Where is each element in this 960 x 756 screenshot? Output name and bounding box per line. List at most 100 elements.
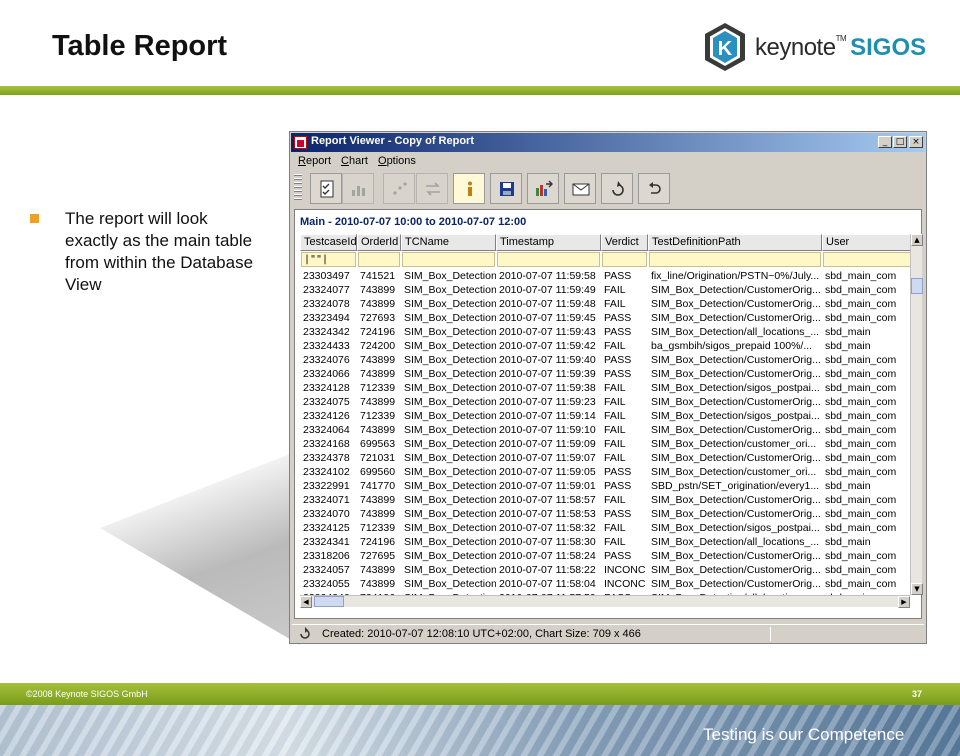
- swap-button[interactable]: [416, 173, 448, 204]
- table-row[interactable]: 23324075 743899 SIM_Box_Detection 2010-07-0…: [300, 395, 910, 409]
- filter-input[interactable]: [823, 252, 910, 267]
- menu-label: Options: [378, 155, 416, 167]
- table-cell: sbd_main_com: [825, 410, 897, 422]
- report-table: TestcaseId OrderId TCName Timestamp Verdict T…: [300, 234, 910, 595]
- table-row[interactable]: 23324076 743899 SIM_Box_Detection 2010-07-0…: [300, 353, 910, 367]
- table-cell: 699563: [360, 438, 396, 450]
- menu-options[interactable]: Options: [378, 155, 416, 167]
- table-cell: ba_gsmbih/sigos_prepaid 100%/...: [651, 340, 813, 352]
- table-cell: SIM_Box_Detection/CustomerOrig...: [651, 508, 821, 520]
- column-header[interactable]: TestcaseId: [300, 234, 357, 251]
- status-text: Created: 2010-07-07 12:08:10 UTC+02:00, …: [322, 628, 641, 640]
- table-cell: SIM_Box_Detection: [404, 368, 496, 380]
- table-cell: 23318206: [303, 550, 350, 562]
- scroll-down-button[interactable]: ▼: [911, 583, 923, 595]
- refresh-icon: [612, 181, 624, 196]
- scroll-left-button[interactable]: ◀: [300, 596, 312, 608]
- undo-button[interactable]: [638, 173, 670, 204]
- scroll-up-button[interactable]: ▲: [911, 234, 923, 246]
- table-row[interactable]: 23324342 724196 SIM_Box_Detection 2010-07-0…: [300, 325, 910, 339]
- toolbar-grip[interactable]: [294, 174, 302, 202]
- filter-input[interactable]: [602, 252, 647, 267]
- table-row[interactable]: 23324102 699560 SIM_Box_Detection 2010-07-0…: [300, 465, 910, 479]
- table-row[interactable]: 23324078 743899 SIM_Box_Detection 2010-07-0…: [300, 297, 910, 311]
- table-cell: 23324057: [303, 564, 350, 576]
- close-button[interactable]: ×: [909, 136, 923, 148]
- column-header[interactable]: OrderId: [357, 234, 401, 251]
- info-button[interactable]: [453, 173, 485, 204]
- table-row[interactable]: 23324070 743899 SIM_Box_Detection 2010-07-0…: [300, 507, 910, 521]
- table-cell: SIM_Box_Detection: [404, 270, 496, 282]
- column-header[interactable]: Verdict: [601, 234, 648, 251]
- table-row[interactable]: 23324125 712339 SIM_Box_Detection 2010-07-0…: [300, 521, 910, 535]
- column-header[interactable]: TestDefinitionPath: [648, 234, 822, 251]
- table-row[interactable]: 23322991 741770 SIM_Box_Detection 2010-07-0…: [300, 479, 910, 493]
- export-chart-button[interactable]: [527, 173, 559, 204]
- table-cell: SIM_Box_Detection/all_locations_...: [651, 536, 820, 548]
- table-cell: 2010-07-07 11:59:14: [499, 410, 596, 422]
- table-cell: 2010-07-07 11:58:22: [499, 564, 596, 576]
- table-row[interactable]: 23303497 741521 SIM_Box_Detection 2010-07-0…: [300, 269, 910, 283]
- filter-input[interactable]: [497, 252, 600, 267]
- bar-chart-button[interactable]: [342, 173, 374, 204]
- table-cell: INCONC: [604, 578, 646, 590]
- refresh-button[interactable]: [601, 173, 633, 204]
- table-cell: SIM_Box_Detection/CustomerOrig...: [651, 494, 821, 506]
- column-header[interactable]: User: [822, 234, 910, 251]
- table-cell: sbd_main_com: [825, 396, 897, 408]
- table-cell: sbd_main_com: [825, 354, 897, 366]
- table-row[interactable]: 23324055 743899 SIM_Box_Detection 2010-07-0…: [300, 577, 910, 591]
- table-cell: 23324128: [303, 382, 350, 394]
- column-header[interactable]: Timestamp: [496, 234, 601, 251]
- table-cell: 2010-07-07 11:58:32: [499, 522, 596, 534]
- scroll-right-button[interactable]: ▶: [898, 596, 910, 608]
- menu-report[interactable]: Report: [298, 155, 331, 167]
- checklist-button[interactable]: [310, 173, 342, 204]
- scatter-button[interactable]: [383, 173, 415, 204]
- table-row[interactable]: 23324128 712339 SIM_Box_Detection 2010-07-0…: [300, 381, 910, 395]
- horizontal-scroll-thumb[interactable]: [314, 596, 344, 607]
- table-row[interactable]: 23324066 743899 SIM_Box_Detection 2010-07-0…: [300, 367, 910, 381]
- table-cell: 712339: [360, 410, 396, 422]
- table-cell: PASS: [604, 312, 632, 324]
- horizontal-scrollbar[interactable]: ◀ ▶: [300, 595, 910, 608]
- table-cell: 712339: [360, 522, 396, 534]
- column-header[interactable]: TCName: [401, 234, 496, 251]
- table-cell: FAIL: [604, 522, 626, 534]
- vertical-scroll-thumb[interactable]: [911, 278, 923, 294]
- filter-input[interactable]: [402, 252, 495, 267]
- maximize-button[interactable]: □: [893, 136, 907, 148]
- minimize-button[interactable]: _: [878, 136, 892, 148]
- table-row[interactable]: 23324057 743899 SIM_Box_Detection 2010-07-0…: [300, 563, 910, 577]
- table-cell: 23322991: [303, 480, 350, 492]
- table-cell: 699560: [360, 466, 396, 478]
- table-row[interactable]: 23324168 699563 SIM_Box_Detection 2010-07-0…: [300, 437, 910, 451]
- email-button[interactable]: [564, 173, 596, 204]
- table-row[interactable]: 23324077 743899 SIM_Box_Detection 2010-07-0…: [300, 283, 910, 297]
- table-row[interactable]: 23324071 743899 SIM_Box_Detection 2010-07-0…: [300, 493, 910, 507]
- table-row[interactable]: 23324433 724200 SIM_Box_Detection 2010-07-0…: [300, 339, 910, 353]
- table-row[interactable]: 23324341 724196 SIM_Box_Detection 2010-07-0…: [300, 535, 910, 549]
- table-row[interactable]: 23324378 721031 SIM_Box_Detection 2010-07-0…: [300, 451, 910, 465]
- table-row[interactable]: 23323494 727693 SIM_Box_Detection 2010-07-0…: [300, 311, 910, 325]
- menu-chart[interactable]: Chart: [341, 155, 368, 167]
- table-cell: 743899: [360, 424, 396, 436]
- window-titlebar[interactable]: Report Viewer - Copy of Report _ □ ×: [291, 133, 925, 152]
- minimize-icon: _: [882, 137, 888, 147]
- table-cell: PASS: [604, 466, 632, 478]
- table-row[interactable]: 23324126 712339 SIM_Box_Detection 2010-07-0…: [300, 409, 910, 423]
- save-disk-button[interactable]: [490, 173, 522, 204]
- filter-input[interactable]: |""|: [301, 252, 356, 267]
- table-cell: fix_line/Origination/PSTN~0%/July...: [651, 270, 820, 282]
- table-row[interactable]: 23324064 743899 SIM_Box_Detection 2010-07-0…: [300, 423, 910, 437]
- table-cell: PASS: [604, 368, 632, 380]
- table-cell: SIM_Box_Detection/all_locations_...: [651, 326, 820, 338]
- table-cell: 743899: [360, 564, 396, 576]
- filter-input[interactable]: [649, 252, 821, 267]
- table-cell: SIM_Box_Detection/CustomerOrig...: [651, 284, 821, 296]
- table-cell: SIM_Box_Detection: [404, 494, 496, 506]
- table-row[interactable]: 23318206 727695 SIM_Box_Detection 2010-07-0…: [300, 549, 910, 563]
- filter-input[interactable]: [358, 252, 400, 267]
- vertical-scrollbar[interactable]: ▲ ▼: [910, 234, 923, 595]
- bullet-text: The report will look exactly as the main…: [65, 209, 254, 294]
